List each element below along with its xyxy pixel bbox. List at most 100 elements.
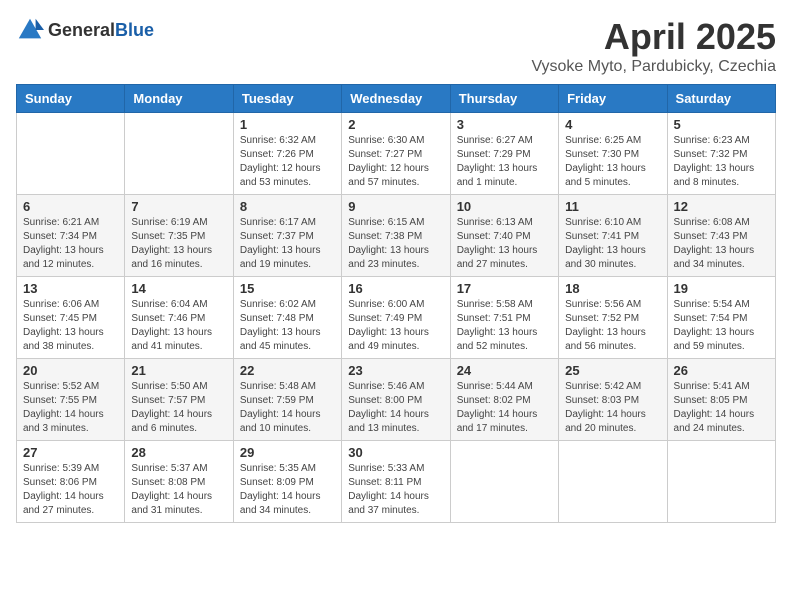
day-of-week-header: Saturday — [667, 85, 775, 113]
day-info: Sunrise: 5:35 AM Sunset: 8:09 PM Dayligh… — [240, 462, 335, 518]
day-number: 24 — [457, 363, 552, 378]
calendar-cell: 6 Sunrise: 6:21 AM Sunset: 7:34 PM Daylig… — [17, 195, 125, 277]
calendar-cell: 30 Sunrise: 5:33 AM Sunset: 8:11 PM Dayli… — [342, 441, 450, 523]
calendar-week-row: 20 Sunrise: 5:52 AM Sunset: 7:55 PM Dayli… — [17, 359, 776, 441]
day-number: 21 — [131, 363, 226, 378]
calendar-cell: 22 Sunrise: 5:48 AM Sunset: 7:59 PM Dayli… — [233, 359, 341, 441]
day-number: 29 — [240, 445, 335, 460]
day-info: Sunrise: 6:10 AM Sunset: 7:41 PM Dayligh… — [565, 216, 660, 272]
day-info: Sunrise: 6:02 AM Sunset: 7:48 PM Dayligh… — [240, 298, 335, 354]
calendar-cell: 25Sunrise: 5:42 AM Sunset: 8:03 PM Dayli… — [559, 359, 667, 441]
calendar-cell — [17, 113, 125, 195]
calendar-cell: 2 Sunrise: 6:30 AM Sunset: 7:27 PM Daylig… — [342, 113, 450, 195]
day-info: Sunrise: 6:06 AM Sunset: 7:45 PM Dayligh… — [23, 298, 118, 354]
calendar-cell: 4Sunrise: 6:25 AM Sunset: 7:30 PM Daylig… — [559, 113, 667, 195]
calendar-week-row: 27 Sunrise: 5:39 AM Sunset: 8:06 PM Dayli… — [17, 441, 776, 523]
day-info: Sunrise: 5:56 AM Sunset: 7:52 PM Dayligh… — [565, 298, 660, 354]
day-number: 3 — [457, 117, 552, 132]
day-info: Sunrise: 5:50 AM Sunset: 7:57 PM Dayligh… — [131, 380, 226, 436]
day-info: Sunrise: 6:21 AM Sunset: 7:34 PM Dayligh… — [23, 216, 118, 272]
day-number: 19 — [674, 281, 769, 296]
day-number: 5 — [674, 117, 769, 132]
day-info: Sunrise: 6:25 AM Sunset: 7:30 PM Dayligh… — [565, 134, 660, 190]
calendar-cell: 11 Sunrise: 6:10 AM Sunset: 7:41 PM Dayli… — [559, 195, 667, 277]
title-area: April 2025 Vysoke Myto, Pardubicky, Czec… — [531, 16, 776, 76]
day-info: Sunrise: 6:04 AM Sunset: 7:46 PM Dayligh… — [131, 298, 226, 354]
calendar-cell: 15Sunrise: 6:02 AM Sunset: 7:48 PM Dayli… — [233, 277, 341, 359]
day-of-week-header: Monday — [125, 85, 233, 113]
calendar-week-row: 13 Sunrise: 6:06 AM Sunset: 7:45 PM Dayli… — [17, 277, 776, 359]
calendar-cell: 17 Sunrise: 5:58 AM Sunset: 7:51 PM Dayli… — [450, 277, 558, 359]
day-number: 1 — [240, 117, 335, 132]
day-number: 9 — [348, 199, 443, 214]
day-number: 28 — [131, 445, 226, 460]
day-number: 17 — [457, 281, 552, 296]
day-info: Sunrise: 6:08 AM Sunset: 7:43 PM Dayligh… — [674, 216, 769, 272]
month-title: April 2025 — [531, 16, 776, 58]
logo-blue: Blue — [115, 20, 154, 40]
calendar-cell: 10 Sunrise: 6:13 AM Sunset: 7:40 PM Dayli… — [450, 195, 558, 277]
day-of-week-header: Thursday — [450, 85, 558, 113]
calendar-cell — [450, 441, 558, 523]
day-number: 16 — [348, 281, 443, 296]
location-title: Vysoke Myto, Pardubicky, Czechia — [531, 58, 776, 76]
calendar-cell — [667, 441, 775, 523]
day-of-week-header: Tuesday — [233, 85, 341, 113]
day-info: Sunrise: 5:37 AM Sunset: 8:08 PM Dayligh… — [131, 462, 226, 518]
day-number: 22 — [240, 363, 335, 378]
calendar-cell: 19Sunrise: 5:54 AM Sunset: 7:54 PM Dayli… — [667, 277, 775, 359]
day-info: Sunrise: 5:52 AM Sunset: 7:55 PM Dayligh… — [23, 380, 118, 436]
day-info: Sunrise: 6:30 AM Sunset: 7:27 PM Dayligh… — [348, 134, 443, 190]
day-number: 6 — [23, 199, 118, 214]
day-info: Sunrise: 6:17 AM Sunset: 7:37 PM Dayligh… — [240, 216, 335, 272]
calendar-cell: 8 Sunrise: 6:17 AM Sunset: 7:37 PM Daylig… — [233, 195, 341, 277]
day-info: Sunrise: 5:42 AM Sunset: 8:03 PM Dayligh… — [565, 380, 660, 436]
day-info: Sunrise: 6:00 AM Sunset: 7:49 PM Dayligh… — [348, 298, 443, 354]
calendar-cell: 9 Sunrise: 6:15 AM Sunset: 7:38 PM Daylig… — [342, 195, 450, 277]
day-number: 7 — [131, 199, 226, 214]
day-number: 30 — [348, 445, 443, 460]
day-info: Sunrise: 6:13 AM Sunset: 7:40 PM Dayligh… — [457, 216, 552, 272]
calendar-cell: 13 Sunrise: 6:06 AM Sunset: 7:45 PM Dayli… — [17, 277, 125, 359]
day-info: Sunrise: 6:27 AM Sunset: 7:29 PM Dayligh… — [457, 134, 552, 190]
day-number: 20 — [23, 363, 118, 378]
day-info: Sunrise: 5:58 AM Sunset: 7:51 PM Dayligh… — [457, 298, 552, 354]
day-info: Sunrise: 5:48 AM Sunset: 7:59 PM Dayligh… — [240, 380, 335, 436]
day-number: 13 — [23, 281, 118, 296]
day-info: Sunrise: 5:44 AM Sunset: 8:02 PM Dayligh… — [457, 380, 552, 436]
day-info: Sunrise: 5:41 AM Sunset: 8:05 PM Dayligh… — [674, 380, 769, 436]
day-info: Sunrise: 6:15 AM Sunset: 7:38 PM Dayligh… — [348, 216, 443, 272]
calendar-cell: 23 Sunrise: 5:46 AM Sunset: 8:00 PM Dayli… — [342, 359, 450, 441]
day-number: 18 — [565, 281, 660, 296]
day-of-week-header: Friday — [559, 85, 667, 113]
calendar-cell: 5 Sunrise: 6:23 AM Sunset: 7:32 PM Daylig… — [667, 113, 775, 195]
day-info: Sunrise: 6:32 AM Sunset: 7:26 PM Dayligh… — [240, 134, 335, 190]
day-info: Sunrise: 6:23 AM Sunset: 7:32 PM Dayligh… — [674, 134, 769, 190]
logo-icon — [16, 16, 44, 44]
calendar-cell: 7 Sunrise: 6:19 AM Sunset: 7:35 PM Daylig… — [125, 195, 233, 277]
day-number: 12 — [674, 199, 769, 214]
calendar-cell: 18 Sunrise: 5:56 AM Sunset: 7:52 PM Dayli… — [559, 277, 667, 359]
day-info: Sunrise: 5:39 AM Sunset: 8:06 PM Dayligh… — [23, 462, 118, 518]
calendar-week-row: 6 Sunrise: 6:21 AM Sunset: 7:34 PM Daylig… — [17, 195, 776, 277]
calendar-cell — [559, 441, 667, 523]
calendar-cell: 29 Sunrise: 5:35 AM Sunset: 8:09 PM Dayli… — [233, 441, 341, 523]
day-number: 27 — [23, 445, 118, 460]
day-number: 23 — [348, 363, 443, 378]
day-info: Sunrise: 6:19 AM Sunset: 7:35 PM Dayligh… — [131, 216, 226, 272]
calendar-header-row: SundayMondayTuesdayWednesdayThursdayFrid… — [17, 85, 776, 113]
day-info: Sunrise: 5:46 AM Sunset: 8:00 PM Dayligh… — [348, 380, 443, 436]
calendar-cell: 14Sunrise: 6:04 AM Sunset: 7:46 PM Dayli… — [125, 277, 233, 359]
day-number: 11 — [565, 199, 660, 214]
calendar-cell: 12 Sunrise: 6:08 AM Sunset: 7:43 PM Dayli… — [667, 195, 775, 277]
calendar-cell: 28 Sunrise: 5:37 AM Sunset: 8:08 PM Dayli… — [125, 441, 233, 523]
day-of-week-header: Sunday — [17, 85, 125, 113]
calendar-cell: 27 Sunrise: 5:39 AM Sunset: 8:06 PM Dayli… — [17, 441, 125, 523]
day-number: 2 — [348, 117, 443, 132]
day-info: Sunrise: 5:33 AM Sunset: 8:11 PM Dayligh… — [348, 462, 443, 518]
day-number: 10 — [457, 199, 552, 214]
calendar-cell: 3 Sunrise: 6:27 AM Sunset: 7:29 PM Daylig… — [450, 113, 558, 195]
calendar-week-row: 1 Sunrise: 6:32 AM Sunset: 7:26 PM Daylig… — [17, 113, 776, 195]
calendar-cell: 26Sunrise: 5:41 AM Sunset: 8:05 PM Dayli… — [667, 359, 775, 441]
day-number: 8 — [240, 199, 335, 214]
